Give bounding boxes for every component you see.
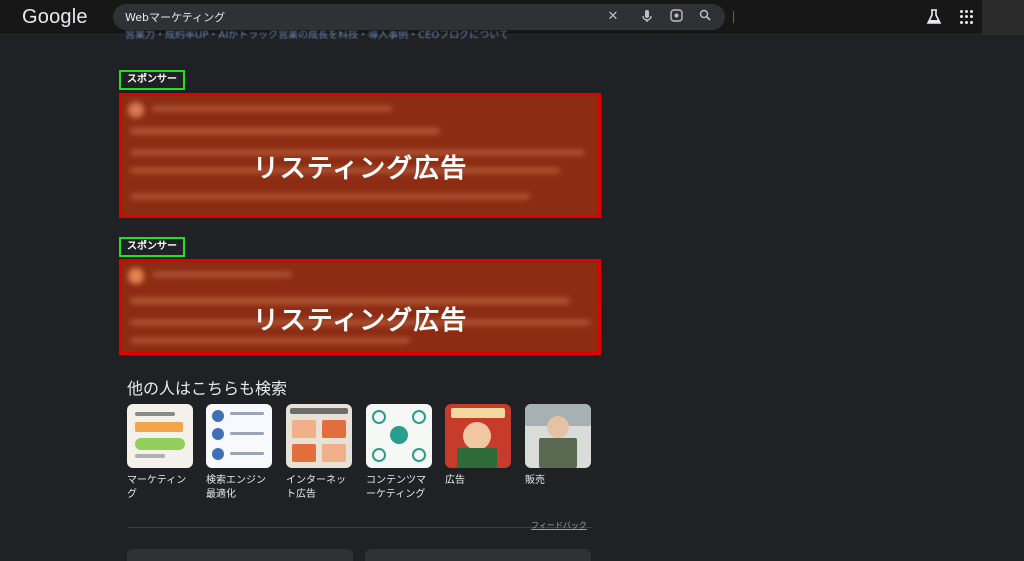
top-bar: Google ✕ [0,0,1024,35]
listing-ad-label: リスティング広告 [252,154,468,184]
related-thumbnail [286,404,352,468]
related-label: インターネット広告 [286,475,346,500]
lens-icon[interactable] [668,9,684,25]
related-thumbnail [525,404,591,468]
mic-icon[interactable] [639,9,655,25]
related-thumbnail [445,404,511,468]
feedback-link[interactable]: フィードバック [531,520,587,531]
people-also-search-title: 他の人はこちらも検索 [127,379,288,398]
sponsor-label: スポンサー [119,237,185,257]
listing-ad-block[interactable]: リスティング広告 [119,93,601,218]
related-label: コンテンツマーケティング [366,475,426,500]
sponsor-label: スポンサー [119,70,185,90]
account-area[interactable] [982,0,1024,34]
related-label: マーケティング [127,475,187,500]
related-search-card[interactable]: インターネット広告 [286,404,352,502]
related-search-card[interactable]: コンテンツマーケティング [366,404,432,502]
partial-result-link[interactable]: 営業力・成約率UP・AIがトラック営業の成長を科技・導入事例・CEOブログについ… [125,31,545,41]
next-card-partial [127,549,353,561]
related-thumbnail [127,404,193,468]
related-label: 販売 [525,475,545,486]
related-search-card[interactable]: 販売 [525,404,591,488]
related-label: 検索エンジン最適化 [206,475,266,500]
labs-icon[interactable] [925,8,943,26]
next-card-partial [365,549,591,561]
section-divider [127,527,592,528]
close-icon[interactable]: ✕ [605,9,621,25]
related-search-card[interactable]: 検索エンジン最適化 [206,404,272,502]
related-label: 広告 [445,475,465,486]
related-search-card[interactable]: 広告 [445,404,511,488]
search-box[interactable]: ✕ [113,4,734,30]
search-input[interactable] [125,7,595,27]
google-logo[interactable]: Google [22,6,88,29]
listing-ad-label: リスティング広告 [252,306,468,336]
search-icon[interactable] [697,9,713,25]
search-divider [733,11,734,23]
apps-grid-icon[interactable] [960,10,974,24]
listing-ad-block[interactable]: リスティング広告 [119,259,601,355]
related-search-card[interactable]: マーケティング [127,404,193,502]
related-thumbnail [366,404,432,468]
related-thumbnail [206,404,272,468]
